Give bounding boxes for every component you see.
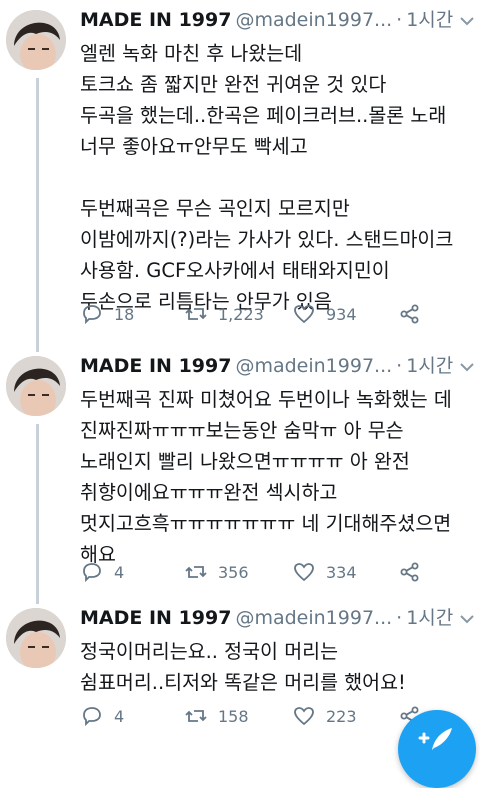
tweet-header: MADE IN 1997 @madein1997... · 1시간	[80, 352, 476, 380]
like-count: 334	[326, 562, 357, 582]
thread-line	[36, 346, 39, 352]
reply-count: 18	[114, 304, 135, 324]
tweet[interactable]: MADE IN 1997 @madein1997... · 1시간 두번째곡 진짜 미…	[0, 346, 480, 598]
heart-icon	[294, 305, 314, 324]
chevron-down-icon[interactable]	[458, 610, 476, 628]
retweet-button[interactable]: 158	[184, 702, 249, 730]
tweet-actions: 4 356 334	[80, 558, 460, 586]
reply-count: 4	[114, 706, 125, 726]
share-icon	[400, 304, 419, 324]
thread-line	[36, 424, 39, 598]
reply-count: 4	[114, 562, 125, 582]
share-button[interactable]	[398, 558, 422, 586]
thread-line	[36, 78, 39, 346]
retweet-count: 356	[218, 562, 249, 582]
retweet-button[interactable]: 1,223	[184, 300, 264, 328]
like-button[interactable]: 334	[292, 558, 357, 586]
author-handle[interactable]: @madein1997...	[235, 355, 392, 377]
reply-icon	[83, 707, 101, 727]
compose-tweet-icon	[418, 728, 452, 750]
retweet-count: 1,223	[218, 304, 264, 324]
thread-line	[36, 598, 39, 604]
tweet-text: 두번째곡 진짜 미쳤어요 두번이나 녹화했는 데 진짜진짜ㅠㅠㅠ보는동안 숨막ㅠ…	[80, 388, 452, 566]
reply-button[interactable]: 4	[80, 558, 124, 586]
reply-button[interactable]: 4	[80, 702, 124, 730]
tweet-header: MADE IN 1997 @madein1997... · 1시간	[80, 604, 476, 632]
timestamp[interactable]: 1시간	[406, 9, 453, 31]
chevron-down-icon[interactable]	[458, 12, 476, 30]
tweet-text: 엘렌 녹화 마친 후 나왔는데 토크쇼 좀 짧지만 완전 귀여운 것 있다 두곡…	[80, 42, 454, 313]
compose-tweet-button[interactable]	[398, 710, 476, 788]
avatar[interactable]	[6, 608, 66, 668]
retweet-icon	[185, 710, 207, 722]
chevron-down-icon[interactable]	[458, 358, 476, 376]
retweet-button[interactable]: 356	[184, 558, 249, 586]
timestamp[interactable]: 1시간	[406, 355, 453, 377]
separator-dot: ·	[396, 607, 403, 629]
tweet-actions: 4 158 223	[80, 702, 460, 730]
author-name[interactable]: MADE IN 1997	[80, 9, 231, 31]
author-name[interactable]: MADE IN 1997	[80, 355, 231, 377]
reply-icon	[83, 305, 101, 325]
heart-icon	[294, 563, 314, 582]
heart-icon	[294, 707, 314, 726]
author-handle[interactable]: @madein1997...	[235, 9, 392, 31]
retweet-icon	[185, 308, 207, 320]
timestamp[interactable]: 1시간	[406, 607, 453, 629]
separator-dot: ·	[396, 355, 403, 377]
retweet-icon	[185, 566, 207, 578]
like-count: 934	[326, 304, 357, 324]
author-handle[interactable]: @madein1997...	[235, 607, 392, 629]
share-button[interactable]	[398, 300, 422, 328]
reply-icon	[83, 563, 101, 583]
tweet-text: 정국이머리는요.. 정국이 머리는 쉼표머리..티저와 똑같은 머리를 했어요!	[80, 640, 406, 694]
avatar[interactable]	[6, 356, 66, 416]
author-name[interactable]: MADE IN 1997	[80, 607, 231, 629]
like-button[interactable]: 934	[292, 300, 357, 328]
tweet-header: MADE IN 1997 @madein1997... · 1시간	[80, 6, 476, 34]
like-button[interactable]: 223	[292, 702, 357, 730]
like-count: 223	[326, 706, 357, 726]
retweet-count: 158	[218, 706, 249, 726]
reply-button[interactable]: 18	[80, 300, 134, 328]
separator-dot: ·	[396, 9, 403, 31]
share-icon	[400, 562, 419, 582]
avatar[interactable]	[6, 10, 66, 70]
tweet-actions: 18 1,223 934	[80, 300, 460, 328]
tweet[interactable]: MADE IN 1997 @madein1997... · 1시간 엘렌 녹화 마친 …	[0, 0, 480, 346]
